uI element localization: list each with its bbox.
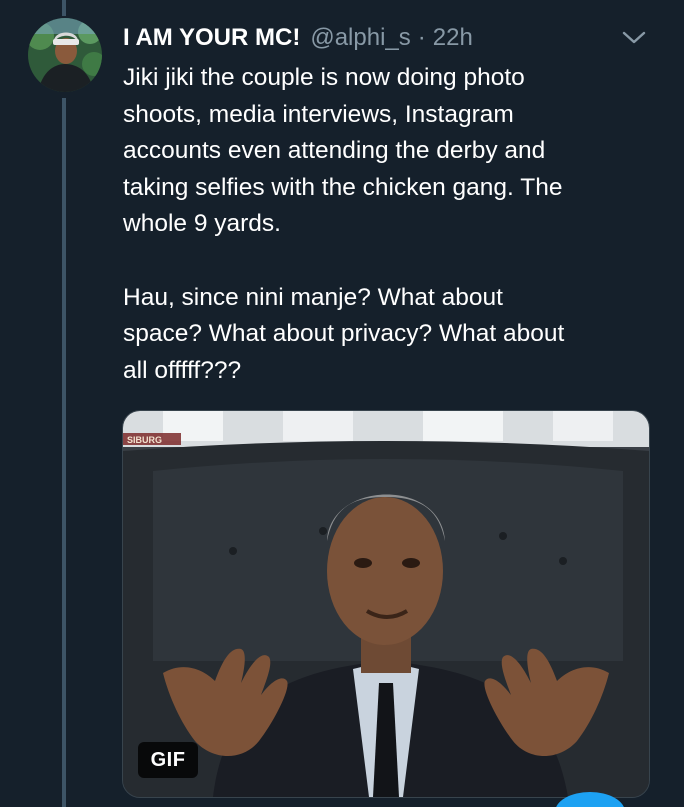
user-handle[interactable]: @alphi_s <box>310 24 410 52</box>
gif-badge: GIF <box>138 742 198 778</box>
tweet-text: Jiki jiki the couple is now doing photo … <box>123 60 653 389</box>
timestamp[interactable]: 22h <box>433 24 473 52</box>
gif-watermark: SIBURG <box>127 435 162 445</box>
gif-media[interactable]: SIBURG <box>122 410 650 798</box>
tweet-paragraph: Jiki jiki the couple is now doing photo … <box>123 64 563 238</box>
avatar[interactable] <box>28 18 102 92</box>
display-name[interactable]: I AM YOUR MC! <box>123 24 300 52</box>
thread-line <box>62 98 66 807</box>
tweet[interactable]: I AM YOUR MC! @alphi_s · 22h Jiki jiki t… <box>0 0 684 807</box>
avatar-image <box>28 18 102 92</box>
gif-image: SIBURG <box>123 411 649 797</box>
tweet-header: I AM YOUR MC! @alphi_s · 22h <box>123 20 473 56</box>
chevron-down-icon[interactable] <box>620 28 648 48</box>
separator-dot: · <box>417 24 426 51</box>
thread-line-top <box>62 0 66 16</box>
tweet-paragraph: Hau, since nini manje? What about space?… <box>123 283 565 384</box>
